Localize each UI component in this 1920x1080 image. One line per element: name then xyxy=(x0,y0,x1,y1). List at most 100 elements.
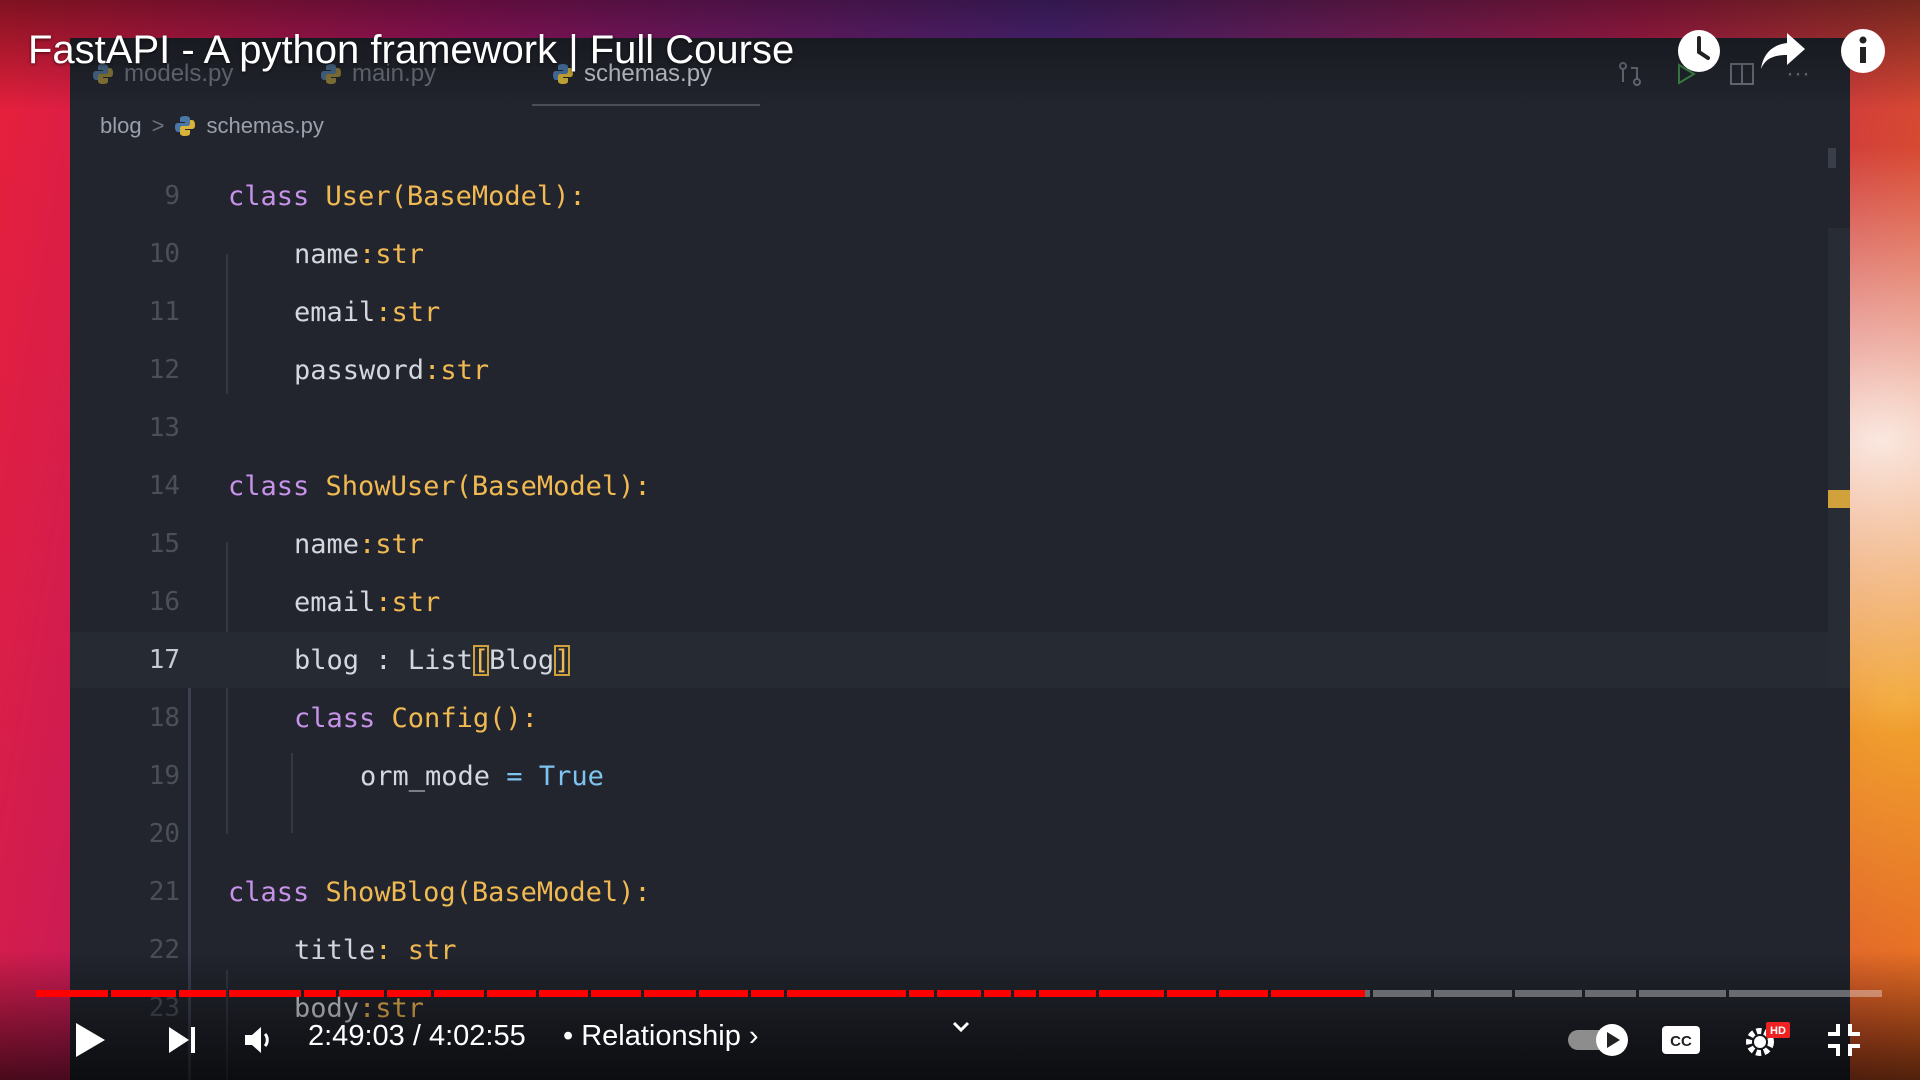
info-icon xyxy=(1841,29,1885,73)
code-text: class Config(): xyxy=(294,703,538,734)
code-text: password:str xyxy=(294,355,489,386)
chapter-bullet: • xyxy=(563,1020,574,1052)
line-number: 9 xyxy=(164,181,180,211)
chevron-down-icon xyxy=(952,1021,970,1033)
chapter-arrow-icon: › xyxy=(748,1020,759,1052)
line-number: 22 xyxy=(148,935,180,965)
paren: ( xyxy=(390,180,407,212)
type-name: str xyxy=(391,586,441,618)
field-name: email xyxy=(294,296,376,328)
type-name: str xyxy=(391,296,441,328)
colon: : xyxy=(375,296,392,328)
chapter-title: Relationship xyxy=(581,1020,741,1052)
player-controls: 2:49:03 / 4:02:55 • Relationship › CC HD xyxy=(0,1010,1920,1070)
paren-colon: (): xyxy=(489,702,538,734)
bracket-open: [ xyxy=(472,644,490,676)
code-text: email:str xyxy=(294,587,440,618)
breadcrumb-file[interactable]: schemas.py xyxy=(206,113,323,139)
current-time: 2:49:03 xyxy=(308,1020,405,1052)
class-name: Config xyxy=(391,702,490,734)
code-editor: models.py main.py schemas.py ··· blog > … xyxy=(70,38,1850,1080)
code-line: 12 password:str xyxy=(70,342,1840,398)
field-name: email xyxy=(294,586,376,618)
progress-played-fill xyxy=(111,990,176,997)
progress-played-fill xyxy=(1167,990,1216,997)
hd-badge: HD xyxy=(1770,1025,1786,1037)
progress-chapter-segment[interactable] xyxy=(1515,990,1582,997)
base-class: BaseModel xyxy=(471,876,619,908)
code-line: 22 title: str xyxy=(70,922,1840,978)
type-name: str xyxy=(375,528,425,560)
progress-played-fill xyxy=(36,990,108,997)
progress-chapter-segment[interactable] xyxy=(1434,990,1512,997)
progress-played-fill xyxy=(179,990,226,997)
exit-fullscreen-button[interactable] xyxy=(1824,1018,1864,1062)
video-title[interactable]: FastAPI - A python framework | Full Cour… xyxy=(28,28,794,73)
keyword: class xyxy=(228,180,310,212)
time-separator: / xyxy=(412,1020,421,1052)
field-name: orm_mode xyxy=(360,760,491,792)
line-number: 14 xyxy=(148,471,180,501)
progress-played-fill xyxy=(787,990,906,997)
next-icon xyxy=(169,1027,195,1053)
line-number: 21 xyxy=(148,877,180,907)
settings-button[interactable]: HD xyxy=(1742,1018,1792,1062)
source-control-icon[interactable] xyxy=(1616,60,1644,88)
play-button[interactable] xyxy=(68,1018,112,1062)
code-line: 10 name:str xyxy=(70,226,1840,282)
code-line: 13 xyxy=(70,400,1840,456)
paren-colon: ): xyxy=(553,180,586,212)
code-text: name:str xyxy=(294,529,424,560)
duration: 4:02:55 xyxy=(428,1020,526,1052)
info-button[interactable] xyxy=(1836,24,1890,78)
captions-button[interactable]: CC xyxy=(1660,1018,1702,1062)
progress-chapter-segment[interactable] xyxy=(1585,990,1636,997)
field-name: name xyxy=(294,528,360,560)
code-line: 19 orm_mode = True xyxy=(70,748,1840,804)
volume-button[interactable] xyxy=(238,1018,282,1062)
type-name: str xyxy=(407,934,457,966)
code-text: blog : List[Blog] xyxy=(294,644,571,676)
autoplay-toggle[interactable] xyxy=(1566,1018,1632,1062)
base-class: BaseModel xyxy=(406,180,554,212)
code-line: 18 class Config(): xyxy=(70,690,1840,746)
paren-colon: ): xyxy=(618,470,651,502)
progress-played-fill xyxy=(539,990,588,997)
class-name: User xyxy=(325,180,391,212)
code-text: email:str xyxy=(294,297,440,328)
scrollbar-track[interactable] xyxy=(1828,228,1850,688)
code-text: orm_mode = True xyxy=(360,761,604,792)
autoplay-toggle-icon xyxy=(1568,1024,1628,1056)
line-number: 13 xyxy=(148,413,180,443)
share-button[interactable] xyxy=(1756,24,1810,78)
code-text: class ShowBlog(BaseModel): xyxy=(228,877,651,908)
code-text: name:str xyxy=(294,239,424,270)
progress-played-fill xyxy=(487,990,536,997)
progress-played-fill xyxy=(1014,990,1036,997)
code-text: class ShowUser(BaseModel): xyxy=(228,471,651,502)
progress-played-fill xyxy=(304,990,336,997)
progress-bar[interactable] xyxy=(36,990,1882,997)
settings-gear-icon: HD xyxy=(1746,1022,1790,1056)
code-line: 9 class User(BaseModel): xyxy=(70,168,1840,224)
chapter-button[interactable]: • Relationship › xyxy=(563,1020,759,1053)
line-number: 19 xyxy=(148,761,180,791)
progress-chapter-segment[interactable] xyxy=(1373,990,1431,997)
paren: ( xyxy=(455,470,472,502)
watch-later-button[interactable] xyxy=(1672,24,1726,78)
breadcrumb-folder[interactable]: blog xyxy=(100,113,142,139)
exit-fullscreen-icon xyxy=(1828,1024,1860,1056)
line-number: 17 xyxy=(148,645,180,675)
progress-played-fill xyxy=(229,990,301,997)
next-button[interactable] xyxy=(160,1018,204,1062)
play-icon xyxy=(76,1023,105,1057)
split-editor-icon[interactable] xyxy=(1728,60,1756,88)
line-number: 15 xyxy=(148,529,180,559)
progress-played-fill xyxy=(434,990,484,997)
colon: : xyxy=(375,934,408,966)
field-name: title xyxy=(294,934,376,966)
chapters-expand-button[interactable] xyxy=(950,1016,972,1043)
code-text: class User(BaseModel): xyxy=(228,181,586,212)
progress-chapter-segment[interactable] xyxy=(1729,990,1882,997)
progress-chapter-segment[interactable] xyxy=(1639,990,1726,997)
